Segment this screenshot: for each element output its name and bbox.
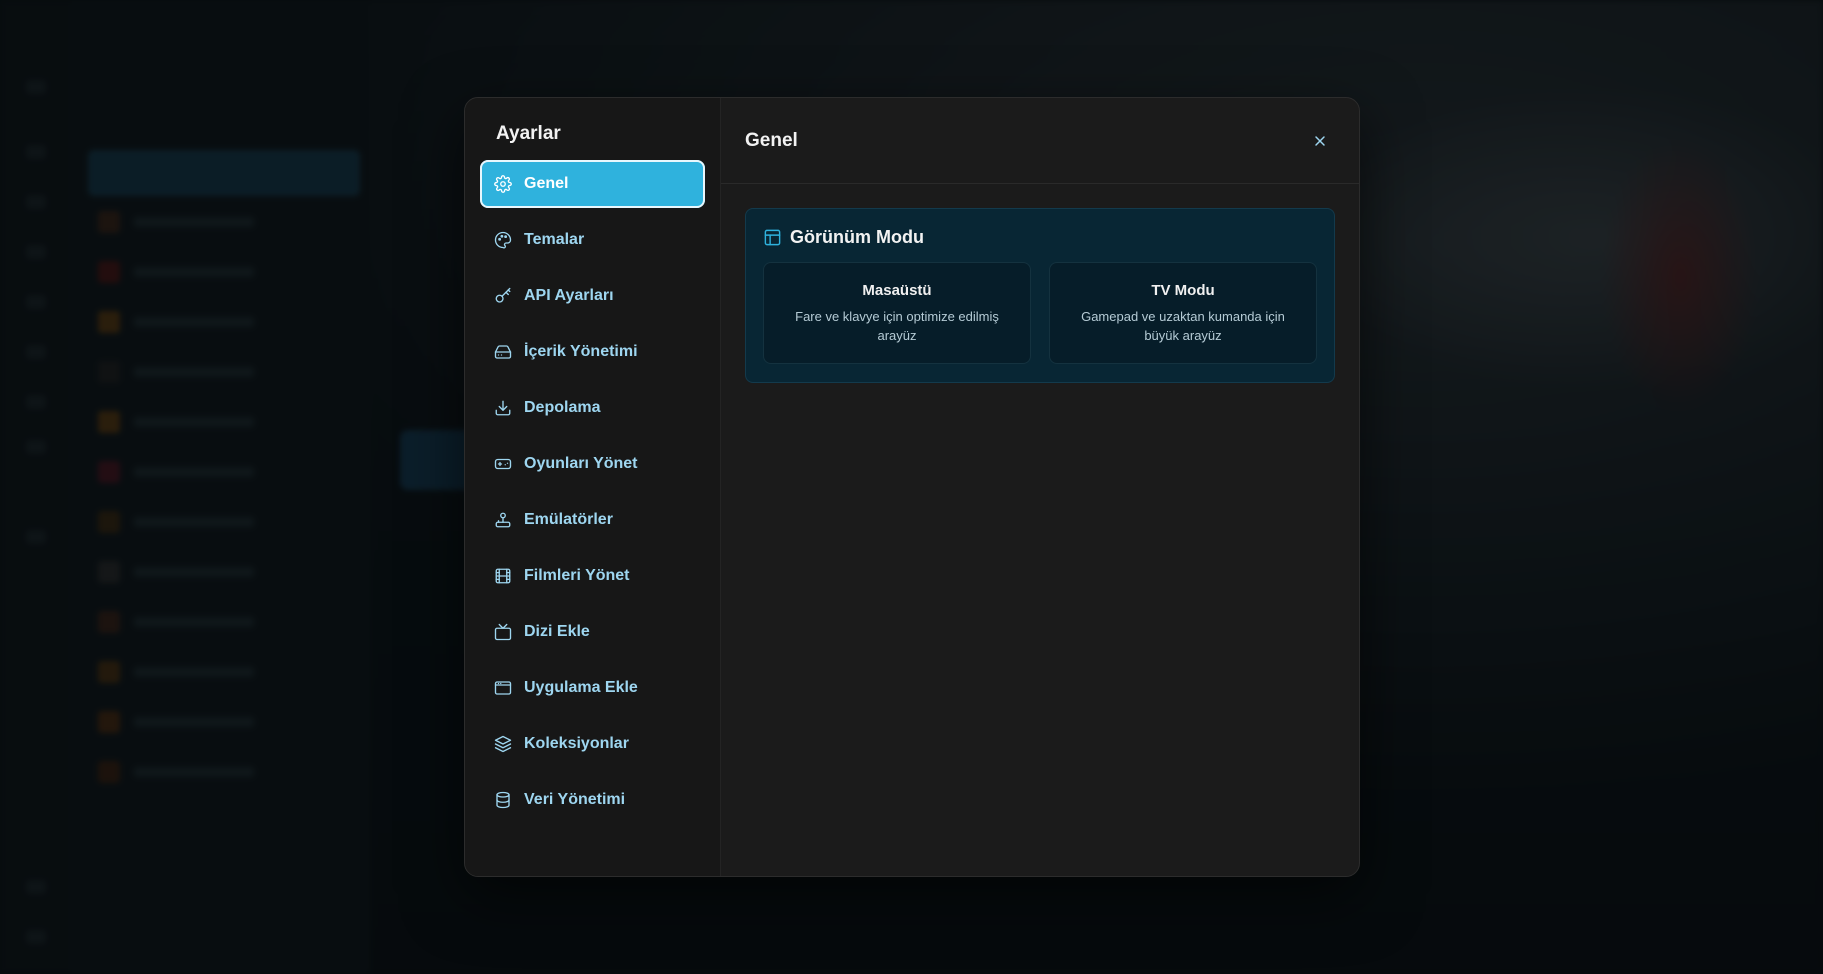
nav-item-veri-yonetimi[interactable]: Veri Yönetimi (480, 776, 705, 824)
nav-item-filmleri-yonet[interactable]: Filmleri Yönet (480, 552, 705, 600)
nav-item-label: Filmleri Yönet (524, 567, 630, 584)
content-header: Genel (721, 98, 1359, 184)
nav-item-dizi-ekle[interactable]: Dizi Ekle (480, 608, 705, 656)
nav-item-label: API Ayarları (524, 287, 614, 304)
option-description: Fare ve klavye için optimize edilmiş ara… (795, 308, 999, 343)
nav-item-temalar[interactable]: Temalar (480, 216, 705, 264)
nav-item-depolama[interactable]: Depolama (480, 384, 705, 432)
database-icon (494, 791, 512, 809)
nav-item-icerik-yonetimi[interactable]: İçerik Yönetimi (480, 328, 705, 376)
option-title: TV Modu (1151, 281, 1215, 299)
film-icon (494, 567, 512, 585)
nav-item-label: Veri Yönetimi (524, 791, 626, 808)
nav-item-api-ayarlari[interactable]: API Ayarları (480, 272, 705, 320)
settings-title: Ayarlar (496, 123, 561, 144)
gamepad-icon (494, 455, 512, 473)
nav-item-label: Genel (524, 175, 569, 192)
desktop-mode-option[interactable]: Masaüstü Fare ve klavye için optimize ed… (763, 262, 1031, 364)
tv-icon (494, 623, 512, 641)
view-mode-card: Görünüm Modu Masaüstü Fare ve klavye içi… (745, 208, 1335, 383)
option-description: Gamepad ve uzaktan kumanda için büyük ar… (1081, 308, 1285, 343)
view-mode-heading: Görünüm Modu (763, 227, 1317, 248)
page-title: Genel (745, 129, 798, 151)
close-button[interactable] (1305, 126, 1335, 156)
nav-item-label: Oyunları Yönet (524, 455, 638, 472)
gear-icon (494, 175, 512, 193)
palette-icon (494, 231, 512, 249)
nav-item-label: Koleksiyonlar (524, 735, 629, 752)
nav-item-oyunlari-yonet[interactable]: Oyunları Yönet (480, 440, 705, 488)
nav-item-label: Uygulama Ekle (524, 679, 638, 696)
layout-icon (763, 228, 782, 247)
view-mode-options: Masaüstü Fare ve klavye için optimize ed… (763, 262, 1317, 364)
nav-item-emulatorler[interactable]: Emülatörler (480, 496, 705, 544)
layers-icon (494, 735, 512, 753)
nav-item-uygulama-ekle[interactable]: Uygulama Ekle (480, 664, 705, 712)
nav-item-label: Dizi Ekle (524, 623, 590, 640)
close-icon (1312, 133, 1328, 149)
nav-item-label: Temalar (524, 231, 585, 248)
nav-item-label: Depolama (524, 399, 601, 416)
settings-modal: Ayarlar Genel Temalar API Ayarları İçeri… (464, 97, 1360, 877)
nav-item-koleksiyonlar[interactable]: Koleksiyonlar (480, 720, 705, 768)
settings-nav: Ayarlar Genel Temalar API Ayarları İçeri… (465, 98, 721, 876)
hard-drive-icon (494, 343, 512, 361)
nav-item-label: Emülatörler (524, 511, 613, 528)
app-window-icon (494, 679, 512, 697)
key-icon (494, 287, 512, 305)
settings-content: Genel Görünüm Modu Masaüstü Fare ve klav… (721, 98, 1359, 876)
nav-item-genel[interactable]: Genel (480, 160, 705, 208)
download-icon (494, 399, 512, 417)
option-title: Masaüstü (862, 281, 932, 299)
content-body: Görünüm Modu Masaüstü Fare ve klavye içi… (721, 184, 1359, 407)
joystick-icon (494, 511, 512, 529)
tv-mode-option[interactable]: TV Modu Gamepad ve uzaktan kumanda için … (1049, 262, 1317, 364)
view-mode-title: Görünüm Modu (790, 227, 924, 247)
nav-item-label: İçerik Yönetimi (524, 343, 638, 360)
